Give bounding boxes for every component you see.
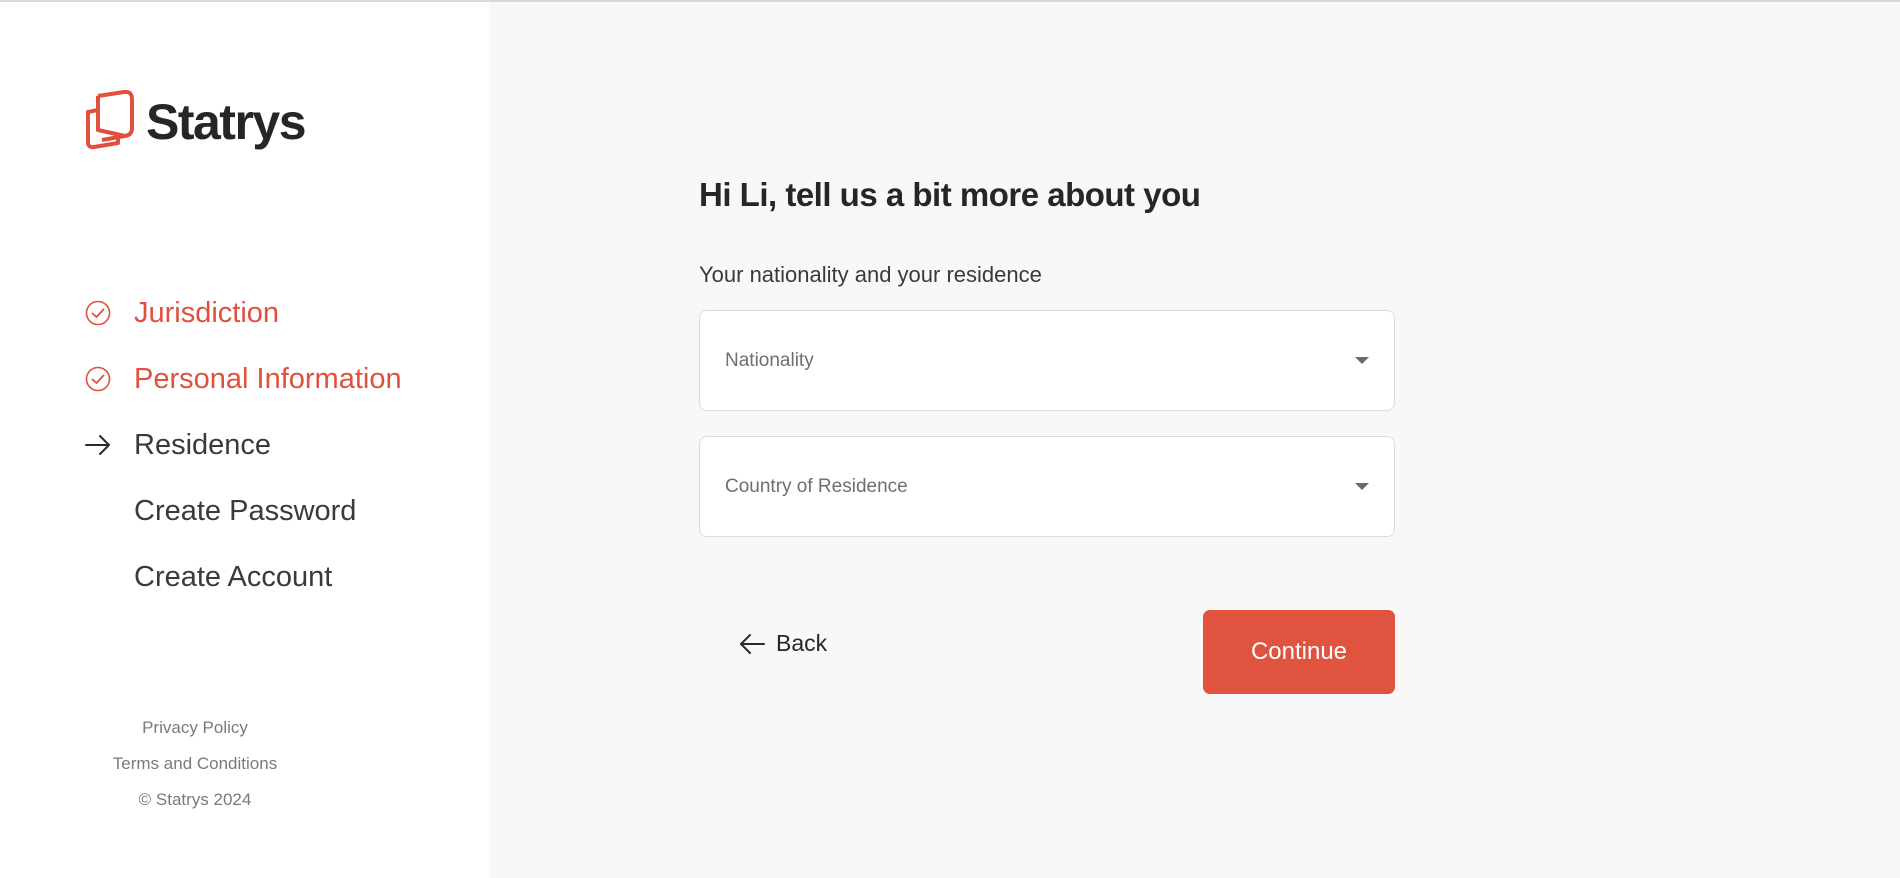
step-jurisdiction: Jurisdiction	[84, 280, 402, 346]
step-label: Create Account	[134, 560, 333, 593]
check-circle-icon	[84, 299, 112, 327]
section-subtitle: Your nationality and your residence	[699, 262, 1042, 287]
step-label: Create Password	[134, 494, 357, 527]
brand-logo[interactable]: Statrys	[84, 90, 307, 154]
step-create-password: Create Password	[84, 478, 402, 544]
brand-name: Statrys	[146, 94, 307, 150]
privacy-policy-link[interactable]: Privacy Policy	[0, 710, 390, 746]
nationality-placeholder: Nationality	[725, 349, 814, 371]
step-label: Jurisdiction	[134, 296, 280, 329]
step-personal-information: Personal Information	[84, 346, 402, 412]
arrow-left-icon	[740, 633, 765, 654]
arrow-right-icon	[84, 431, 112, 459]
terms-link[interactable]: Terms and Conditions	[0, 746, 390, 782]
page-title: Hi Li, tell us a bit more about you	[699, 176, 1201, 213]
step-label: Residence	[134, 428, 272, 461]
back-button[interactable]: Back	[738, 630, 827, 657]
residence-placeholder: Country of Residence	[725, 475, 908, 497]
statrys-logo-icon	[86, 90, 134, 150]
check-circle-icon	[84, 365, 112, 393]
back-label: Back	[776, 630, 828, 656]
progress-steps: Jurisdiction Personal Information Reside…	[84, 280, 402, 610]
sidebar-footer: Privacy Policy Terms and Conditions © St…	[0, 710, 390, 818]
step-create-account: Create Account	[84, 544, 402, 610]
copyright: © Statrys 2024	[138, 790, 252, 809]
step-residence: Residence	[84, 412, 402, 478]
step-label: Personal Information	[134, 362, 402, 395]
chevron-down-icon	[1355, 482, 1369, 490]
nationality-select[interactable]: Nationality	[699, 310, 1395, 411]
sidebar: Statrys Jurisdiction Personal Informatio…	[0, 2, 489, 878]
continue-button[interactable]: Continue	[1203, 610, 1395, 694]
country-of-residence-select[interactable]: Country of Residence	[699, 436, 1395, 537]
chevron-down-icon	[1355, 356, 1369, 364]
